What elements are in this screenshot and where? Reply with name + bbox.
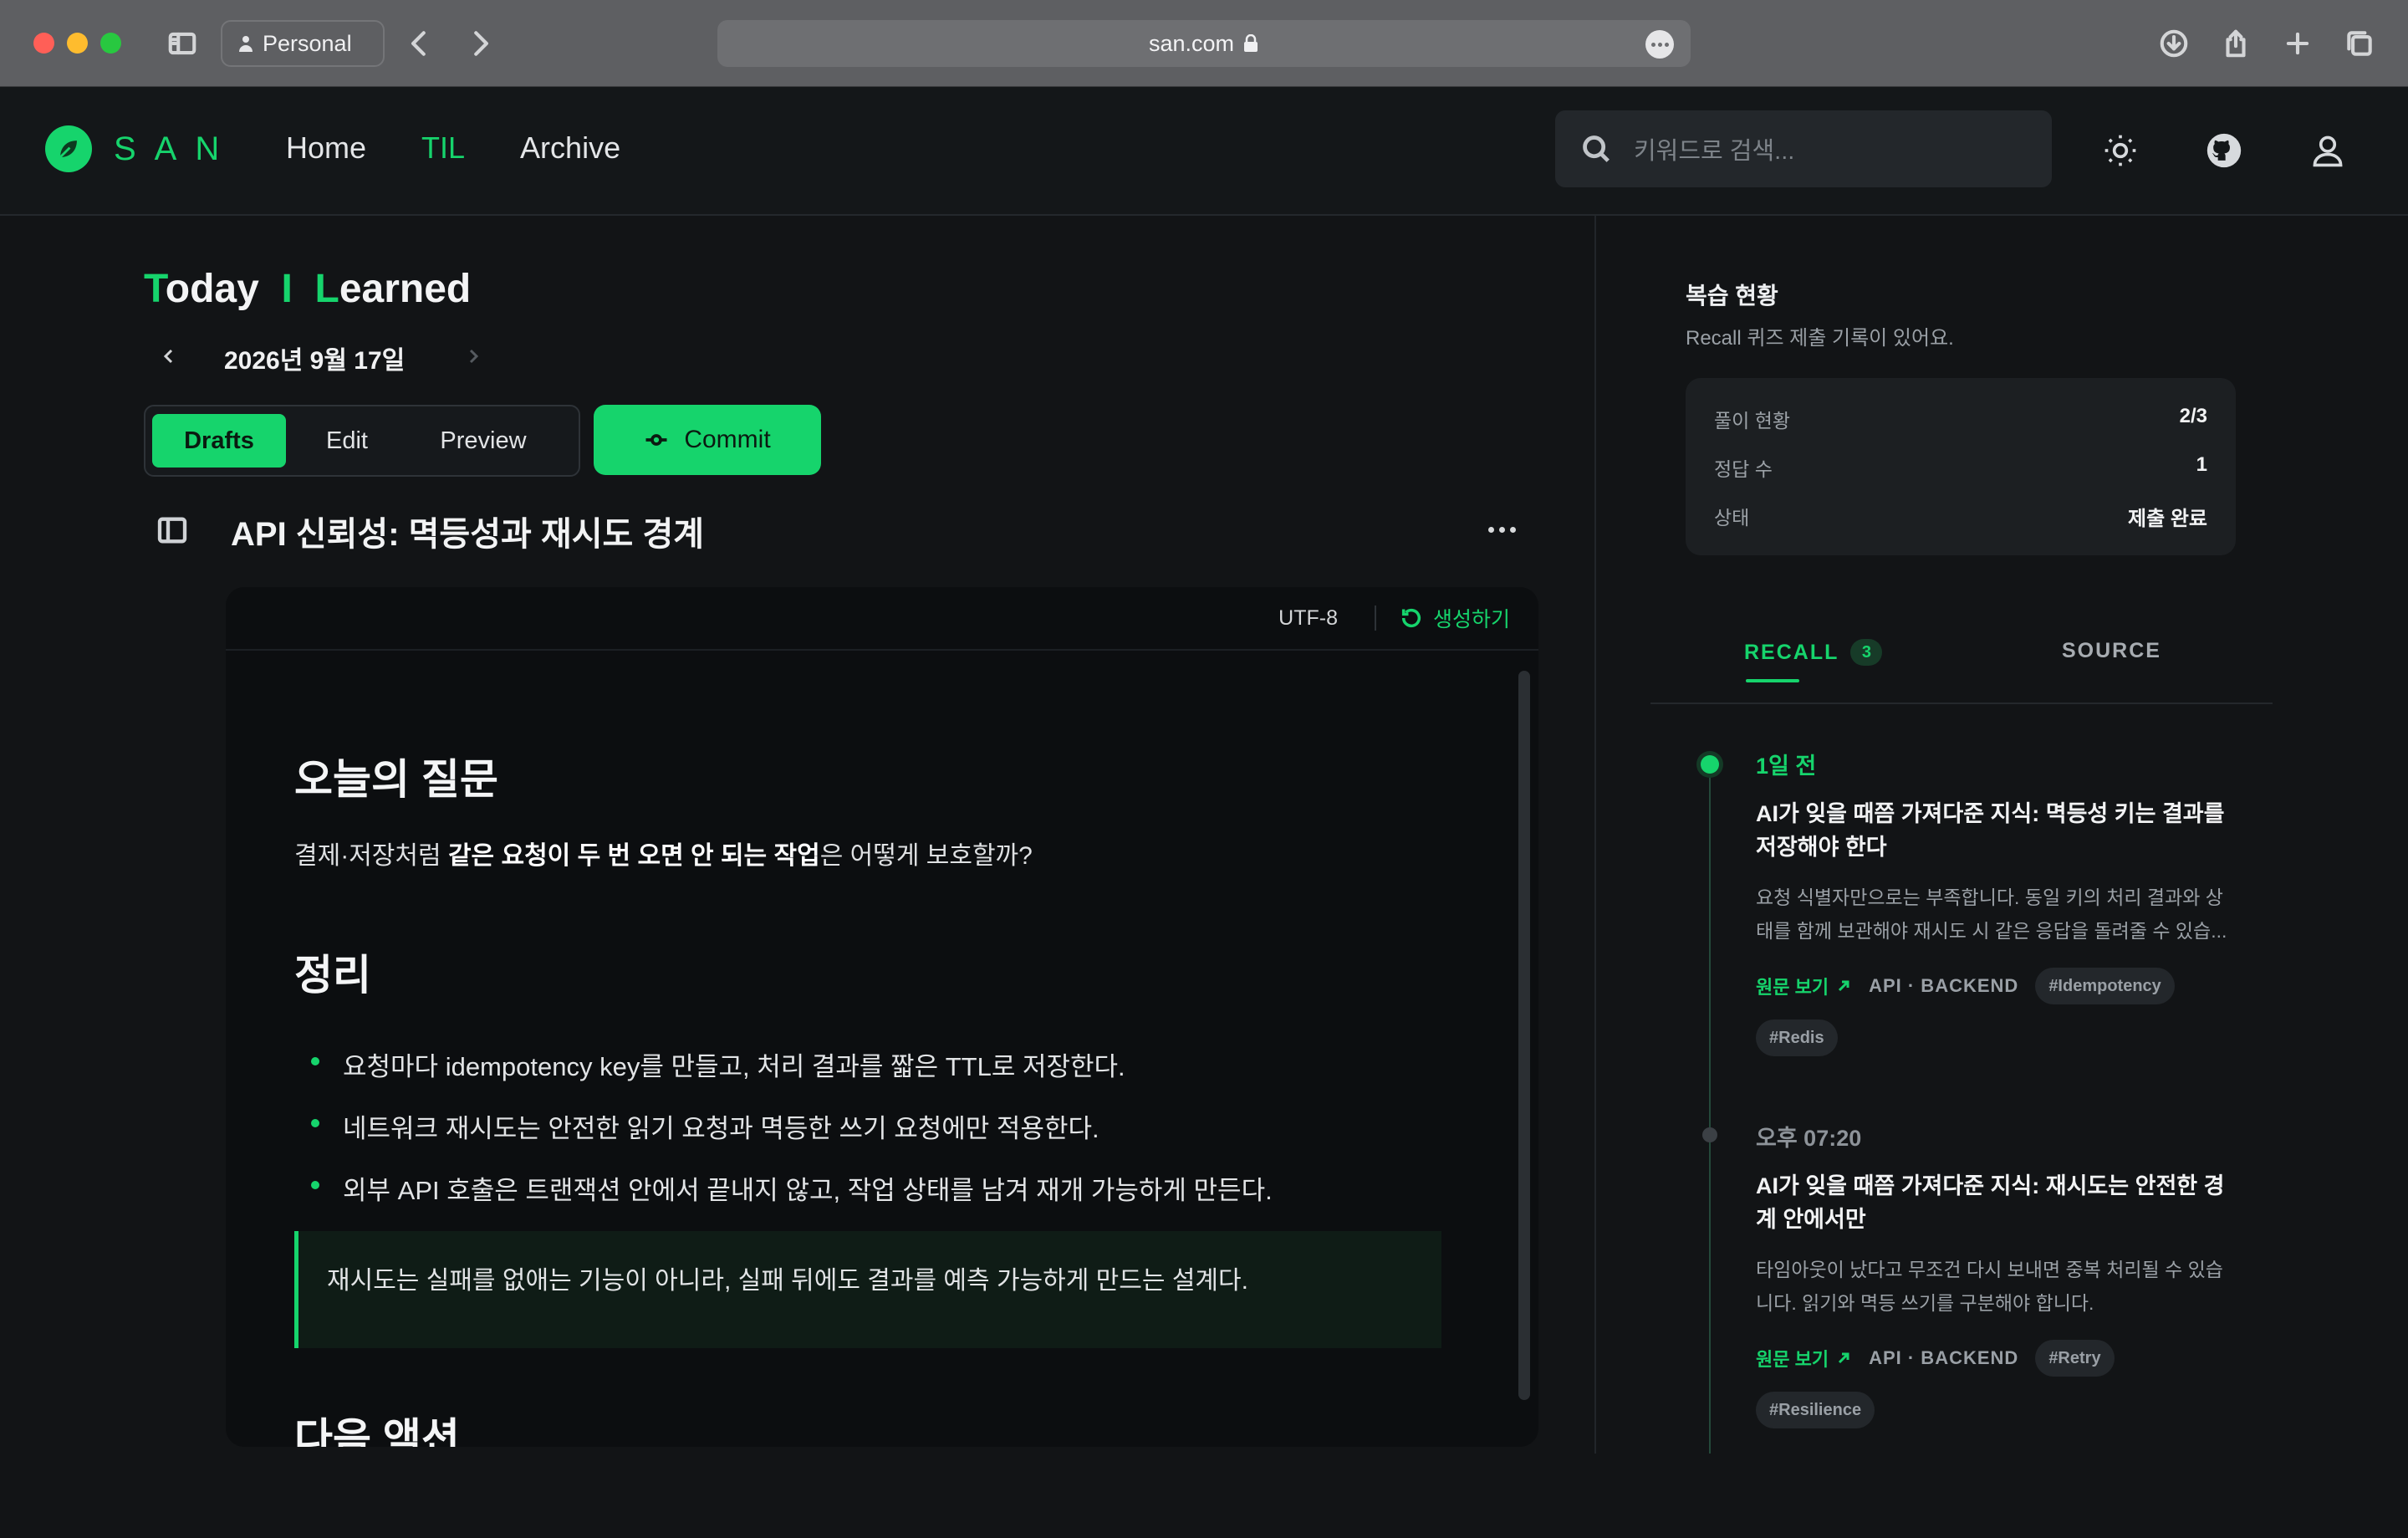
toolbar-divider <box>1374 605 1376 631</box>
entry-time: 오후 07:20 <box>1756 1126 1862 1151</box>
search-icon <box>1583 135 1610 162</box>
date-navigator: 2026년 9월 17일 <box>159 340 483 376</box>
browser-toolbar: Personal san.com <box>0 0 2408 87</box>
commit-label: Commit <box>684 426 771 453</box>
entry-time: 1일 전 <box>1756 754 1817 779</box>
tab-source[interactable]: SOURCE <box>2062 639 2161 663</box>
nav-archive[interactable]: Archive <box>520 130 620 166</box>
theme-toggle-icon[interactable] <box>2097 127 2144 174</box>
person-icon <box>239 36 253 52</box>
page-title: Today I Learned <box>144 267 472 311</box>
mode-preview[interactable]: Preview <box>408 414 559 468</box>
nav-til[interactable]: TIL <box>421 130 465 166</box>
recall-entry[interactable]: 1일 전 AI가 잊을 때쯤 가져다준 지식: 멱등성 키는 결과를 저장해야 … <box>1756 748 2241 1056</box>
address-bar[interactable]: san.com <box>717 20 1691 67</box>
external-link-icon <box>1839 1352 1849 1364</box>
question-paragraph: 결제·저장처럼 같은 요청이 두 번 오면 안 되는 작업은 어떻게 보호할까? <box>294 842 1033 870</box>
recall-entry[interactable]: 오후 07:20 AI가 잊을 때쯤 가져다준 지식: 재시도는 안전한 경계 … <box>1756 1120 2241 1428</box>
timeline-dot <box>1701 755 1719 774</box>
page-menu-icon[interactable] <box>1645 30 1674 59</box>
next-date-icon[interactable] <box>463 346 483 370</box>
panel-toggle-icon[interactable] <box>156 514 189 547</box>
tab-recall[interactable]: RECALL 3 <box>1744 639 1883 666</box>
entry-meta: 원문 보기 API · BACKEND #Retry #Resilience <box>1756 1340 2241 1428</box>
entry-meta: 원문 보기 API · BACKEND #Idempotency #Redis <box>1756 968 2241 1056</box>
search-input[interactable]: 키워드로 검색... <box>1555 110 2052 187</box>
refresh-icon <box>1401 608 1421 628</box>
user-icon[interactable] <box>2304 127 2351 174</box>
commit-icon <box>645 434 667 446</box>
main-nav: Home TIL Archive <box>286 130 676 166</box>
commit-button[interactable]: Commit <box>594 405 821 475</box>
leaf-icon <box>45 125 92 172</box>
entry-category: API · BACKEND <box>1869 1347 2019 1368</box>
external-link-icon <box>1839 980 1849 992</box>
stat-row: 정답 수1 <box>1714 453 2207 480</box>
entry-body: 요청 식별자만으로는 부족합니다. 동일 키의 처리 결과와 상태를 함께 보관… <box>1756 887 2227 942</box>
tag-chip[interactable]: #Idempotency <box>2035 968 2175 1004</box>
share-icon[interactable] <box>2217 25 2254 62</box>
sidebar-tabs: RECALL 3 SOURCE <box>1650 619 2273 704</box>
logo-text: SAN <box>114 130 238 167</box>
review-stats-card: 풀이 현황 2/3 정답 수1 상태 제출 완료 <box>1686 378 2236 555</box>
sidebar-toggle-icon[interactable] <box>164 25 201 62</box>
heading-question: 오늘의 질문 <box>294 756 498 803</box>
timeline-line <box>1709 763 1711 1454</box>
recall-count-badge: 3 <box>1850 639 1883 666</box>
tag-chip[interactable]: #Retry <box>2035 1340 2115 1377</box>
stat-row: 상태 제출 완료 <box>1714 507 2207 530</box>
blockquote: 재시도는 실패를 없애는 기능이 아니라, 실패 뒤에도 결과를 예측 가능하게… <box>294 1231 1441 1348</box>
more-options-icon[interactable] <box>1488 527 1516 533</box>
list-item: 요청마다 idempotency key를 만들고, 처리 결과를 짧은 TTL… <box>294 1045 1448 1107</box>
encoding-label[interactable]: UTF-8 <box>1278 606 1338 631</box>
github-icon[interactable] <box>2201 127 2247 174</box>
stat-row: 풀이 현황 2/3 <box>1714 405 2207 432</box>
lock-icon <box>1244 34 1258 52</box>
list-item: 외부 API 호출은 트랜잭션 안에서 끝내지 않고, 작업 상태를 남겨 재개… <box>294 1169 1448 1231</box>
editor-toolbar: UTF-8 생성하기 <box>226 587 1538 651</box>
mode-drafts[interactable]: Drafts <box>152 414 286 468</box>
source-link[interactable]: 원문 보기 <box>1756 973 1850 999</box>
panel-divider <box>1594 216 1596 1454</box>
source-link[interactable]: 원문 보기 <box>1756 1345 1850 1372</box>
document-content: 오늘의 질문 결제·저장처럼 같은 요청이 두 번 오면 안 되는 작업은 어떻… <box>294 746 1448 1447</box>
url-text: san.com <box>1148 30 1235 56</box>
document-title: API 신뢰성: 멱등성과 재시도 경계 <box>231 516 705 553</box>
app-header: SAN Home TIL Archive 키워드로 검색... <box>0 87 2408 216</box>
heading-next-action: 다음 액션 <box>294 1415 460 1447</box>
review-subtitle: Recall 퀴즈 제출 기록이 있어요. <box>1686 327 1954 350</box>
tag-chip[interactable]: #Resilience <box>1756 1392 1875 1428</box>
current-date: 2026년 9월 17일 <box>224 347 406 375</box>
tab-overview-icon[interactable] <box>2341 25 2378 62</box>
back-icon[interactable] <box>401 25 438 62</box>
list-item: 네트워크 재시도는 안전한 읽기 요청과 멱등한 쓰기 요청에만 적용한다. <box>294 1107 1448 1169</box>
profile-button[interactable]: Personal <box>221 20 385 67</box>
entry-category: API · BACKEND <box>1869 975 2019 996</box>
nav-home[interactable]: Home <box>286 130 366 166</box>
new-tab-icon[interactable] <box>2279 25 2316 62</box>
site-logo[interactable]: SAN <box>45 125 237 172</box>
active-tab-indicator <box>1746 679 1799 682</box>
search-placeholder: 키워드로 검색... <box>1634 138 1795 165</box>
prev-date-icon[interactable] <box>159 346 179 370</box>
timeline-dot <box>1702 1127 1717 1142</box>
summary-list: 요청마다 idempotency key를 만들고, 처리 결과를 짧은 TTL… <box>294 1045 1448 1231</box>
close-window-button[interactable] <box>33 33 54 54</box>
entry-body: 타임아웃이 났다고 무조건 다시 보내면 중복 처리될 수 있습니다. 읽기와 … <box>1756 1259 2223 1314</box>
profile-label: Personal <box>263 30 352 56</box>
editor-panel: UTF-8 생성하기 오늘의 질문 결제·저장처럼 같은 요청이 두 번 오면 … <box>226 587 1538 1447</box>
forward-icon[interactable] <box>462 25 498 62</box>
download-icon[interactable] <box>2155 25 2192 62</box>
editor-scrollbar[interactable] <box>1518 671 1530 1400</box>
entry-title: AI가 잊을 때쯤 가져다준 지식: 멱등성 키는 결과를 저장해야 한다 <box>1756 801 2225 860</box>
minimize-window-button[interactable] <box>67 33 88 54</box>
regenerate-button[interactable]: 생성하기 <box>1400 603 1510 633</box>
zoom-window-button[interactable] <box>100 33 121 54</box>
heading-summary: 정리 <box>294 952 371 999</box>
mode-edit[interactable]: Edit <box>286 414 408 468</box>
entry-title: AI가 잊을 때쯤 가져다준 지식: 재시도는 안전한 경계 안에서만 <box>1756 1173 2225 1232</box>
tag-chip[interactable]: #Redis <box>1756 1019 1838 1056</box>
review-title: 복습 현황 <box>1686 283 1778 309</box>
mode-switch: Drafts Edit Preview <box>144 405 580 477</box>
